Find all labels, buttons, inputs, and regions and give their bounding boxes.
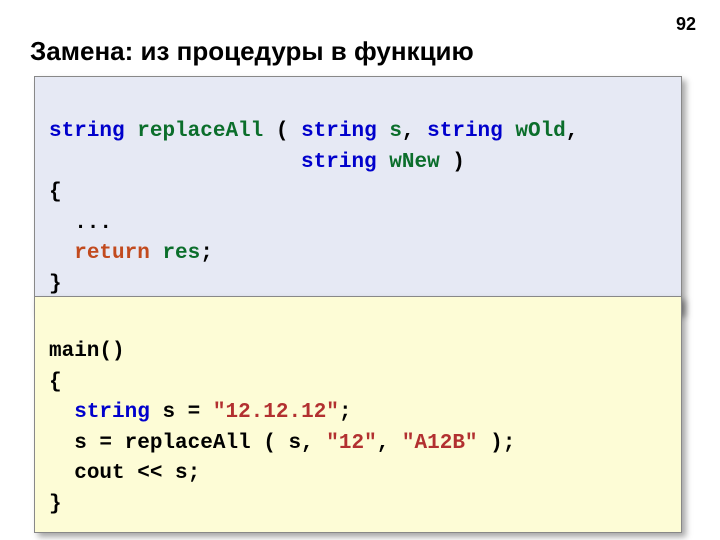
code-line-1: main() xyxy=(49,340,125,363)
param-wold: wOld xyxy=(515,120,565,143)
equals: = xyxy=(175,401,213,424)
call-tail: ); xyxy=(478,432,516,455)
string-literal: "12" xyxy=(326,432,376,455)
code-block-definition: string replaceAll ( string s, string wOl… xyxy=(34,76,682,313)
string-literal: "12.12.12" xyxy=(213,401,339,424)
cout-statement: cout << s; xyxy=(74,462,200,485)
code-line-5: cout << s; xyxy=(49,462,200,485)
page-number: 92 xyxy=(676,14,696,35)
paren-close: ) xyxy=(440,151,465,174)
code-line-2: string wNew ) xyxy=(49,151,465,174)
space xyxy=(377,120,390,143)
code-line-1: string replaceAll ( string s, string wOl… xyxy=(49,120,578,143)
keyword-string: string xyxy=(427,120,503,143)
paren-open: ( xyxy=(263,120,301,143)
indent xyxy=(49,151,301,174)
comma: , xyxy=(402,120,427,143)
space xyxy=(125,120,138,143)
code-line-3: { xyxy=(49,181,62,204)
code-line-4: s = replaceAll ( s, "12", "A12B" ); xyxy=(49,432,515,455)
keyword-string: string xyxy=(301,120,377,143)
keyword-string: string xyxy=(49,120,125,143)
keyword-string: string xyxy=(74,401,150,424)
indent xyxy=(49,432,74,455)
trailing-comma: , xyxy=(566,120,579,143)
var-s: s xyxy=(162,401,175,424)
identifier-res: res xyxy=(162,242,200,265)
semicolon: ; xyxy=(200,242,213,265)
indent xyxy=(49,401,74,424)
code-line-5: return res; xyxy=(49,242,213,265)
code-line-4: ... xyxy=(49,212,112,235)
function-name: replaceAll xyxy=(137,120,263,143)
code-block-main: main() { string s = "12.12.12"; s = repl… xyxy=(34,296,682,533)
code-line-3: string s = "12.12.12"; xyxy=(49,401,352,424)
string-literal: "A12B" xyxy=(402,432,478,455)
space xyxy=(503,120,516,143)
space xyxy=(377,151,390,174)
keyword-return: return xyxy=(74,242,150,265)
comma: , xyxy=(377,432,402,455)
code-line-2: { xyxy=(49,371,62,394)
code-line-6: } xyxy=(49,273,62,296)
keyword-string: string xyxy=(301,151,377,174)
indent xyxy=(49,462,74,485)
code-line-6: } xyxy=(49,493,62,516)
call-lhs: s = replaceAll ( s, xyxy=(74,432,326,455)
space xyxy=(150,242,163,265)
slide-heading: Замена: из процедуры в функцию xyxy=(30,36,474,67)
space xyxy=(150,401,163,424)
param-s: s xyxy=(389,120,402,143)
semicolon: ; xyxy=(339,401,352,424)
indent xyxy=(49,242,74,265)
param-wnew: wNew xyxy=(389,151,439,174)
